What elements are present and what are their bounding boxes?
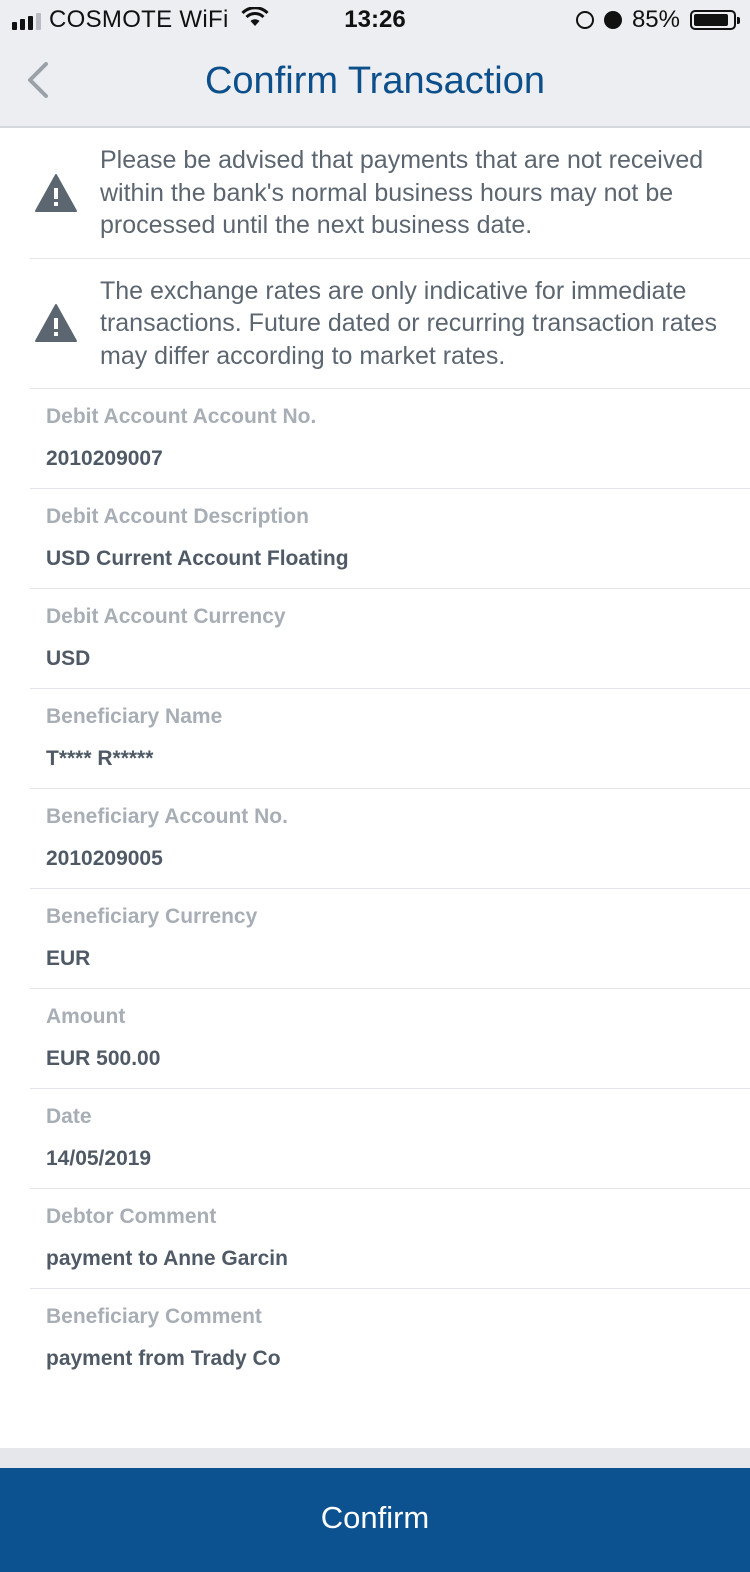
field-beneficiary-currency: Beneficiary Currency EUR bbox=[30, 889, 750, 989]
battery-icon bbox=[690, 10, 740, 30]
field-value: USD Current Account Floating bbox=[46, 547, 349, 570]
field-label: Debtor Comment bbox=[46, 1205, 217, 1228]
field-debit-account-description: Debit Account Description USD Current Ac… bbox=[30, 489, 750, 589]
field-amount: Amount EUR 500.00 bbox=[30, 989, 750, 1089]
field-label: Debit Account Description bbox=[46, 505, 309, 528]
field-label: Beneficiary Currency bbox=[46, 905, 258, 928]
field-debtor-comment: Debtor Comment payment to Anne Garcin bbox=[30, 1189, 750, 1289]
status-right: 85% bbox=[575, 6, 740, 34]
field-label: Debit Account Account No. bbox=[46, 405, 317, 428]
bottom-divider bbox=[0, 1448, 750, 1468]
business-hours-notice: Please be advised that payments that are… bbox=[30, 128, 750, 259]
notice-text: Please be advised that payments that are… bbox=[100, 146, 704, 239]
navigation-bar: Confirm Transaction bbox=[0, 40, 750, 128]
field-label: Beneficiary Name bbox=[46, 705, 223, 728]
field-label: Amount bbox=[46, 1005, 126, 1028]
field-value: T**** R***** bbox=[46, 747, 154, 770]
field-beneficiary-account-number: Beneficiary Account No. 2010209005 bbox=[30, 789, 750, 889]
alarm-icon bbox=[603, 11, 622, 29]
field-label: Date bbox=[46, 1105, 92, 1128]
field-value: 2010209007 bbox=[46, 447, 163, 470]
field-label: Debit Account Currency bbox=[46, 605, 286, 628]
status-bar: COSMOTE WiFi 13:26 85% bbox=[0, 0, 750, 40]
battery-percent: 85% bbox=[631, 6, 680, 33]
field-label: Beneficiary Account No. bbox=[46, 805, 288, 828]
transaction-details: Please be advised that payments that are… bbox=[0, 128, 750, 1389]
field-label: Beneficiary Comment bbox=[46, 1305, 262, 1328]
warning-icon bbox=[35, 173, 77, 212]
field-date: Date 14/05/2019 bbox=[30, 1089, 750, 1189]
warning-icon bbox=[35, 304, 77, 343]
field-value: payment from Trady Co bbox=[46, 1347, 281, 1370]
field-value: USD bbox=[46, 647, 91, 670]
confirm-button[interactable]: Confirm bbox=[0, 1468, 750, 1572]
field-value: 2010209005 bbox=[46, 847, 163, 870]
exchange-rate-notice: The exchange rates are only indicative f… bbox=[30, 259, 750, 389]
field-value: payment to Anne Garcin bbox=[46, 1247, 288, 1270]
page-title: Confirm Transaction bbox=[204, 60, 545, 102]
field-value: 14/05/2019 bbox=[46, 1147, 152, 1170]
field-beneficiary-comment: Beneficiary Comment payment from Trady C… bbox=[30, 1289, 750, 1389]
field-debit-account-number: Debit Account Account No. 2010209007 bbox=[30, 389, 750, 489]
field-value: EUR 500.00 bbox=[46, 1047, 161, 1070]
field-value: EUR bbox=[46, 947, 91, 970]
rotation-lock-icon bbox=[575, 11, 594, 29]
notice-text: The exchange rates are only indicative f… bbox=[100, 276, 717, 370]
field-beneficiary-name: Beneficiary Name T**** R***** bbox=[30, 689, 750, 789]
field-debit-account-currency: Debit Account Currency USD bbox=[30, 589, 750, 689]
